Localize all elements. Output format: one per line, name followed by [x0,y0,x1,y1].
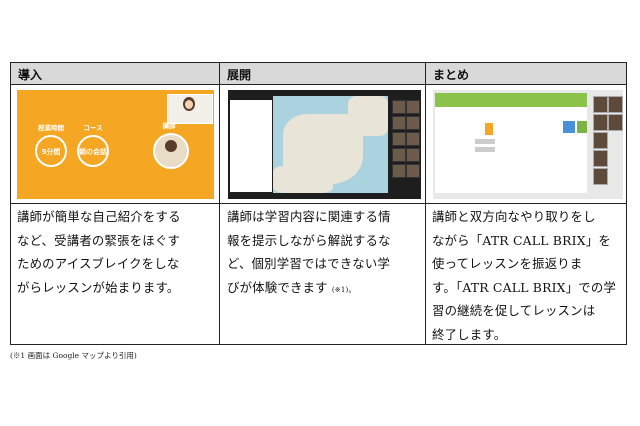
desc-note: (※1)。 [331,285,356,294]
header-cell-develop: 展開 [220,63,425,84]
header-intro: 導入 [18,68,43,82]
desc-develop: 講師は学習内容に関連する情 報を提示しながら解説するな ど、個別学習ではできない… [227,209,391,295]
footnote: (※1 画面は Google マップより引用) [10,351,137,360]
value-course: 朝の会話 [79,148,107,156]
map-view [273,96,388,193]
label-time: 授業時間 [38,124,64,132]
header-cell-summary: まとめ [426,63,626,84]
desc-summary: 講師と双方向なやり取りをし ながら「ATR CALL BRIX」を 使ってレッス… [432,209,617,342]
header-summary: まとめ [433,68,470,82]
label-course: コース [83,124,103,132]
value-time: 5分間 [41,148,61,156]
map-sidebar [230,100,272,192]
intro-screenshot: 授業時間 コース 講師 5分間 朝の会話 [17,90,214,199]
header-develop: 展開 [227,68,252,82]
develop-screenshot [228,90,421,199]
brix-app [435,93,587,193]
comparison-table: 導入 展開 まとめ 授業時間 コース 講師 5分間 朝の会話 講師が簡単な自己紹… [10,62,627,345]
summary-screenshot [433,90,623,199]
header-cell-intro: 導入 [11,63,219,84]
desc-intro: 講師が簡単な自己紹介をする など、受講者の緊張をほぐす ためのアイスブレイクをし… [17,209,181,295]
